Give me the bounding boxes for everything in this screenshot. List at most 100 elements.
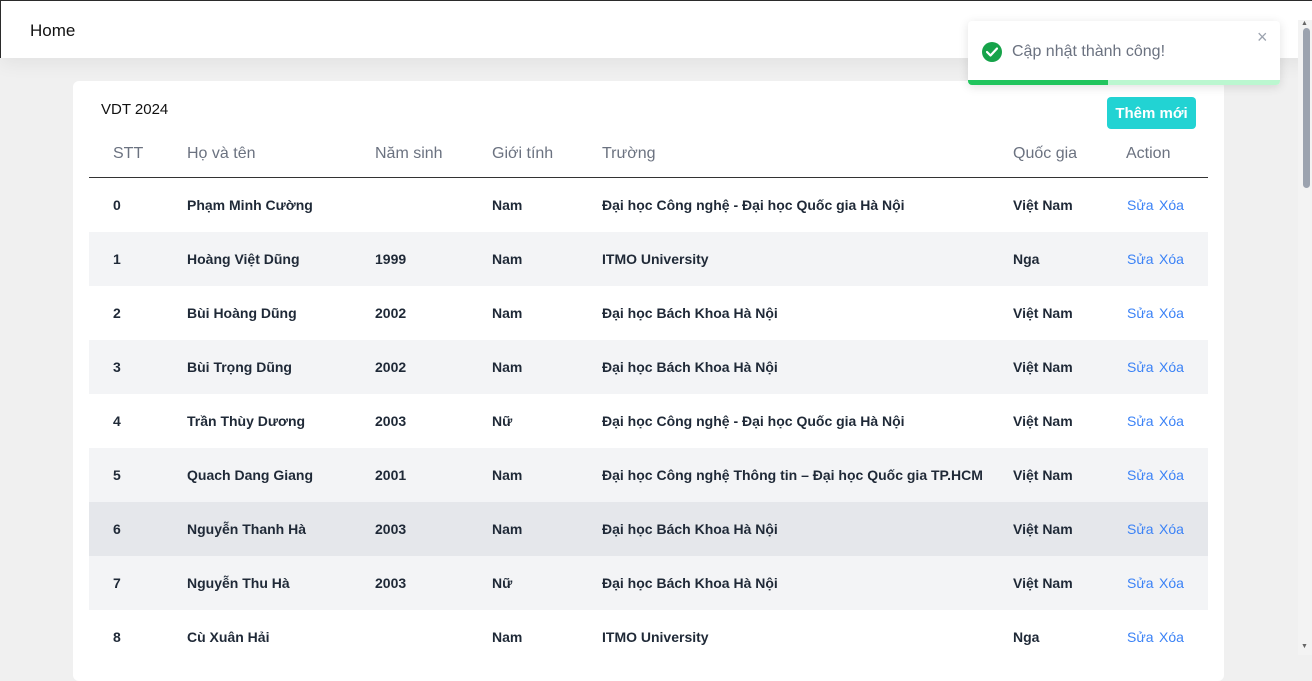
toast-progress-track [968,80,1280,85]
cell-gender: Nam [492,305,523,321]
scroll-down-arrow-icon[interactable]: ▼ [1301,643,1308,650]
delete-link[interactable]: Xóa [1159,629,1184,645]
card-title: VDT 2024 [101,101,169,118]
home-link[interactable]: Home [30,21,75,41]
delete-link[interactable]: Xóa [1159,197,1184,213]
cell-gender: Nam [492,521,523,537]
cell-school: ITMO University [602,251,709,267]
students-card: VDT 2024 Thêm mới STT Họ và tên Năm sinh… [73,81,1224,681]
cell-stt: 4 [113,413,121,429]
cell-year: 2003 [375,575,407,591]
cell-country: Việt Nam [1013,521,1073,537]
cell-country: Việt Nam [1013,575,1073,591]
col-school: Trường [602,145,656,162]
edit-link[interactable]: Sửa [1127,467,1154,483]
cell-school: Đại học Bách Khoa Hà Nội [602,359,778,375]
cell-stt: 5 [113,467,121,483]
cell-school: Đại học Bách Khoa Hà Nội [602,521,778,537]
cell-country: Việt Nam [1013,467,1073,483]
cell-name: Nguyễn Thu Hà [187,575,290,591]
cell-gender: Nữ [492,413,513,429]
cell-name: Cù Xuân Hải [187,629,270,645]
cell-year: 2003 [375,413,407,429]
cell-stt: 0 [113,197,121,213]
cell-gender: Nam [492,629,523,645]
table-header: STT Họ và tên Năm sinh Giới tính Trường … [89,131,1208,178]
cell-name: Quach Dang Giang [187,467,314,483]
scroll-up-arrow-icon[interactable]: ▲ [1301,20,1308,27]
cell-name: Bùi Trọng Dũng [187,359,292,375]
cell-stt: 8 [113,629,121,645]
cell-country: Việt Nam [1013,359,1073,375]
col-stt: STT [113,145,144,162]
add-new-button[interactable]: Thêm mới [1107,97,1196,129]
toast-progress-bar [968,80,1109,85]
edit-link[interactable]: Sửa [1127,197,1154,213]
cell-country: Nga [1013,251,1040,267]
cell-country: Việt Nam [1013,413,1073,429]
delete-link[interactable]: Xóa [1159,521,1184,537]
table-row: 4 Trần Thùy Dương 2003 Nữ Đại học Công n… [89,394,1208,448]
checkmark-icon [986,47,998,57]
cell-name: Hoàng Việt Dũng [187,251,300,267]
table-row: 1 Hoàng Việt Dũng 1999 Nam ITMO Universi… [89,232,1208,286]
cell-stt: 7 [113,575,121,591]
cell-gender: Nam [492,359,523,375]
edit-link[interactable]: Sửa [1127,629,1154,645]
toast-message: Cập nhật thành công! [1012,43,1166,60]
table-body: 0 Phạm Minh Cường Nam Đại học Công nghệ … [89,178,1208,664]
col-action: Action [1126,145,1171,162]
success-toast: Cập nhật thành công! × [968,21,1280,85]
cell-school: Đại học Công nghệ - Đại học Quốc gia Hà … [602,197,905,213]
edit-link[interactable]: Sửa [1127,251,1154,267]
students-table: STT Họ và tên Năm sinh Giới tính Trường … [89,131,1208,664]
cell-year: 2002 [375,305,407,321]
table-row: 3 Bùi Trọng Dũng 2002 Nam Đại học Bách K… [89,340,1208,394]
cell-school: Đại học Bách Khoa Hà Nội [602,305,778,321]
cell-stt: 1 [113,251,121,267]
check-circle-icon [982,42,1002,62]
delete-link[interactable]: Xóa [1159,413,1184,429]
cell-year: 1999 [375,251,407,267]
delete-link[interactable]: Xóa [1159,467,1184,483]
cell-name: Trần Thùy Dương [187,413,306,429]
cell-country: Việt Nam [1013,305,1073,321]
delete-link[interactable]: Xóa [1159,305,1184,321]
vertical-scrollbar[interactable]: ▲ ▼ [1298,20,1312,655]
edit-link[interactable]: Sửa [1127,305,1154,321]
delete-link[interactable]: Xóa [1159,251,1184,267]
col-year: Năm sinh [375,145,443,162]
cell-school: ITMO University [602,629,709,645]
close-icon[interactable]: × [1257,27,1268,48]
cell-country: Việt Nam [1013,197,1073,213]
cell-country: Nga [1013,629,1040,645]
edit-link[interactable]: Sửa [1127,413,1154,429]
cell-stt: 2 [113,305,121,321]
cell-school: Đại học Công nghệ Thông tin – Đại học Qu… [602,467,983,483]
cell-school: Đại học Bách Khoa Hà Nội [602,575,778,591]
table-row: 7 Nguyễn Thu Hà 2003 Nữ Đại học Bách Kho… [89,556,1208,610]
table-row: 2 Bùi Hoàng Dũng 2002 Nam Đại học Bách K… [89,286,1208,340]
cell-gender: Nữ [492,575,513,591]
cell-name: Nguyễn Thanh Hà [187,521,307,537]
table-row: 6 Nguyễn Thanh Hà 2003 Nam Đại học Bách … [89,502,1208,556]
cell-stt: 6 [113,521,121,537]
table-row: 0 Phạm Minh Cường Nam Đại học Công nghệ … [89,178,1208,232]
cell-gender: Nam [492,251,523,267]
cell-gender: Nam [492,197,523,213]
cell-gender: Nam [492,467,523,483]
delete-link[interactable]: Xóa [1159,359,1184,375]
cell-name: Phạm Minh Cường [187,197,313,213]
edit-link[interactable]: Sửa [1127,575,1154,591]
scroll-thumb[interactable] [1303,28,1310,188]
cell-year: 2003 [375,521,407,537]
delete-link[interactable]: Xóa [1159,575,1184,591]
cell-year: 2002 [375,359,407,375]
table-row: 5 Quach Dang Giang 2001 Nam Đại học Công… [89,448,1208,502]
col-country: Quốc gia [1013,145,1078,162]
col-gender: Giới tính [492,145,554,162]
edit-link[interactable]: Sửa [1127,359,1154,375]
edit-link[interactable]: Sửa [1127,521,1154,537]
cell-year: 2001 [375,467,407,483]
col-name: Họ và tên [187,145,256,162]
